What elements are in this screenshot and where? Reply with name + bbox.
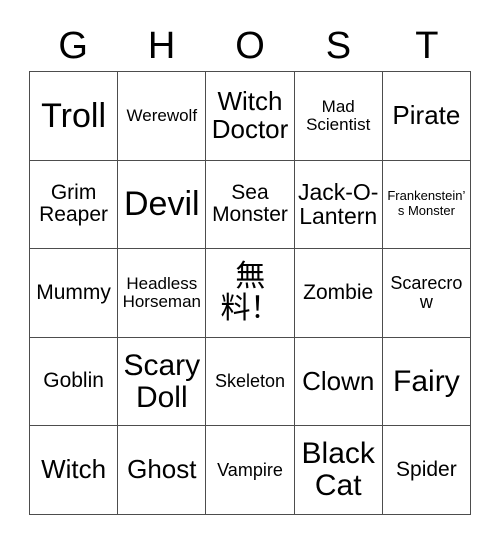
bingo-cell-label: Frankenstein’s Monster (387, 188, 466, 219)
bingo-cell-label: Werewolf (126, 105, 198, 125)
header-letter-2: O (235, 25, 265, 67)
bingo-cell-label: 無料！ (220, 260, 280, 325)
bingo-cell[interactable]: Witch (30, 426, 119, 515)
bingo-cell-label: Vampire (217, 459, 283, 480)
bingo-cell-label: Sea Monster (212, 181, 288, 227)
bingo-cell[interactable]: Goblin (30, 337, 119, 427)
bingo-cell[interactable]: Werewolf (118, 72, 207, 161)
bingo-cell-label: Devil (124, 185, 200, 224)
bingo-cell[interactable]: Grim Reaper (30, 160, 119, 250)
bingo-cell-label: Zombie (303, 280, 374, 304)
bingo-cell-label: Scary Doll (123, 348, 201, 414)
header-letter-0: G (58, 25, 88, 67)
bingo-cell-label: Mad Scientist (306, 96, 371, 134)
bingo-card: G H O S T Troll Werewolf Witch Doctor Mad S… (0, 0, 500, 544)
bingo-cell[interactable]: Mad Scientist (294, 72, 383, 161)
bingo-cell-label: Mummy (36, 280, 111, 304)
bingo-cell-label: Ghost (127, 454, 197, 485)
header-letter-1: H (147, 25, 176, 67)
bingo-cell-label: Spider (396, 458, 457, 482)
bingo-cell-label: Grim Reaper (39, 181, 109, 227)
bingo-cell[interactable]: Spider (382, 426, 471, 515)
bingo-cell[interactable]: Vampire (206, 426, 295, 515)
bingo-cell[interactable]: 無料！ (206, 249, 295, 338)
bingo-cell-label: Witch (41, 454, 107, 485)
bingo-cell-label: Black Cat (301, 437, 375, 503)
bingo-cell-label: Troll (41, 96, 107, 135)
bingo-cell[interactable]: Mummy (30, 249, 119, 338)
bingo-header-row: G H O S T (29, 21, 471, 71)
bingo-cell[interactable]: Fairy (382, 337, 471, 427)
bingo-cell[interactable]: Sea Monster (206, 160, 295, 250)
bingo-cell-label: Skeleton (214, 371, 286, 392)
bingo-cell[interactable]: Zombie (294, 249, 383, 338)
header-letter-3: S (325, 25, 352, 67)
bingo-cell-label: Pirate (392, 100, 461, 131)
bingo-cell[interactable]: Skeleton (206, 337, 295, 427)
bingo-cell[interactable]: Headless Horseman (118, 249, 207, 338)
bingo-cell[interactable]: Black Cat (294, 426, 383, 515)
bingo-cell[interactable]: Frankenstein’s Monster (382, 160, 471, 250)
bingo-cell-label: Scarecrow (390, 272, 463, 312)
bingo-cell[interactable]: Scarecrow (382, 249, 471, 338)
bingo-cell-label: Fairy (393, 364, 460, 398)
bingo-cell-label: Clown (302, 365, 375, 396)
bingo-grid: Troll Werewolf Witch Doctor Mad Scientist Pi… (29, 71, 471, 515)
bingo-cell[interactable]: Jack-O-Lantern (294, 160, 383, 250)
bingo-cell[interactable]: Troll (30, 72, 119, 161)
bingo-cell[interactable]: Witch Doctor (206, 72, 295, 161)
bingo-cell-label: Goblin (43, 369, 104, 393)
bingo-cell-label: Witch Doctor (211, 86, 289, 144)
bingo-cell[interactable]: Ghost (118, 426, 207, 515)
bingo-cell[interactable]: Scary Doll (118, 337, 207, 427)
bingo-cell-label: Jack-O-Lantern (297, 179, 379, 230)
bingo-cell-label: Headless Horseman (122, 273, 201, 311)
header-letter-4: T (415, 25, 439, 67)
bingo-cell[interactable]: Pirate (382, 72, 471, 161)
bingo-cell[interactable]: Clown (294, 337, 383, 427)
bingo-cell[interactable]: Devil (118, 160, 207, 250)
